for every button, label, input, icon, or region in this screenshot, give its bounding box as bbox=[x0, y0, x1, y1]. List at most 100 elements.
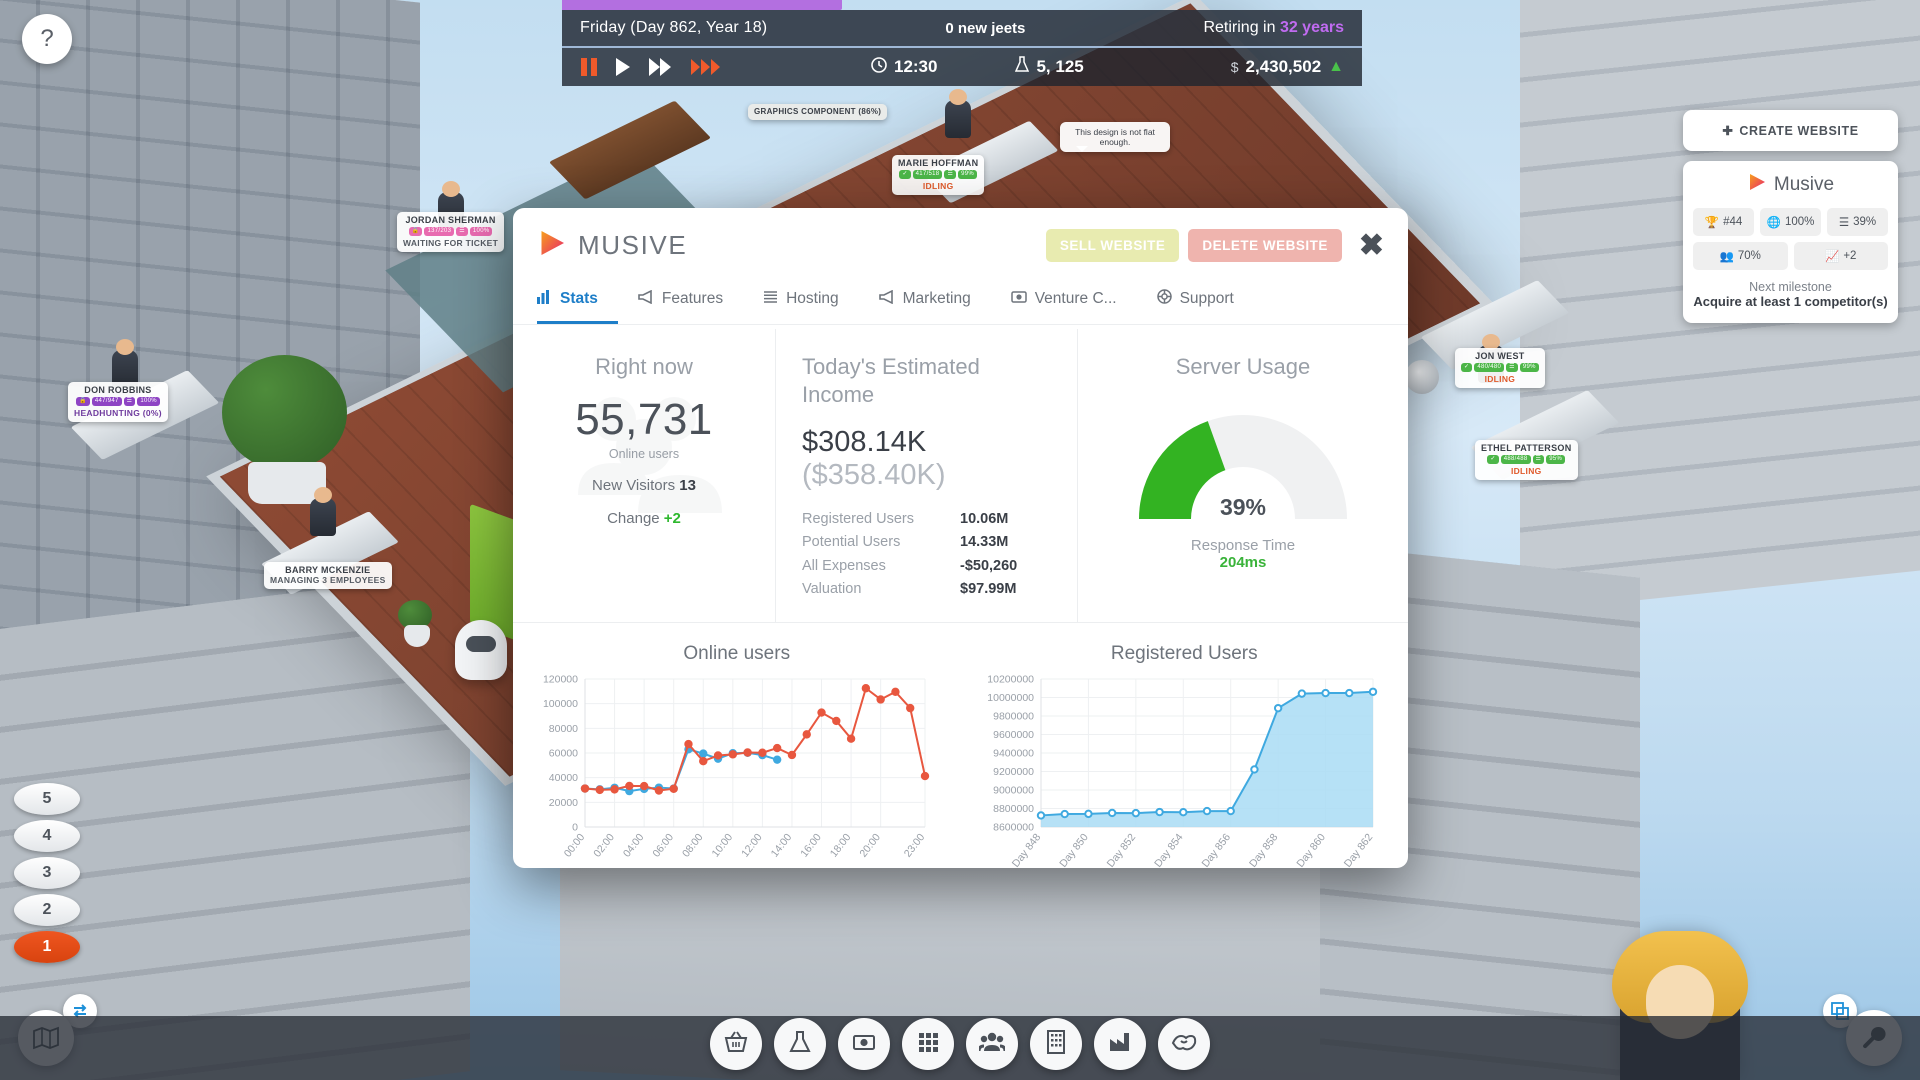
registered-users-chart: Registered Users 8600000 8800000 9000000 92… bbox=[961, 637, 1409, 868]
chair-2 bbox=[1405, 360, 1439, 394]
floor-button-2[interactable]: 2 bbox=[14, 894, 80, 926]
hud-money: $ 2,430,502 ▲ bbox=[1230, 57, 1344, 76]
ghost-people-watermark bbox=[578, 397, 722, 513]
badge-satisfaction: 👥 70% bbox=[1693, 242, 1788, 270]
nametag-ethel-patterson: ETHEL PATTERSON ✓ 488/488 ☰ 95% IDLING bbox=[1475, 440, 1578, 480]
server-stack-icon bbox=[763, 290, 778, 309]
employee-figure-4 bbox=[945, 89, 971, 138]
svg-text:16:00: 16:00 bbox=[798, 831, 824, 859]
table-row: Valuation $97.99M bbox=[802, 581, 1017, 598]
hud-clock: 12:30 bbox=[871, 56, 937, 78]
office-robot bbox=[455, 620, 507, 680]
website-detail-modal: MUSIVE SELL WEBSITE DELETE WEBSITE ✖ Sta… bbox=[513, 208, 1408, 868]
svg-text:04:00: 04:00 bbox=[621, 831, 647, 859]
nametag-barry-mckenzie: BARRY MCKENZIE MANAGING 3 EMPLOYEES bbox=[264, 562, 392, 589]
users-icon: 👥 bbox=[1719, 251, 1734, 263]
svg-text:10200000: 10200000 bbox=[987, 673, 1034, 685]
people-icon bbox=[977, 1030, 1007, 1059]
registered-users-chart-title: Registered Users bbox=[1110, 642, 1258, 664]
right-now-panel: Right now 55,731 Online users New Visito… bbox=[513, 329, 775, 622]
play-triangle-icon bbox=[537, 228, 567, 263]
online-users-chart-title: Online users bbox=[683, 642, 791, 664]
floor-button-5[interactable]: 5 bbox=[14, 783, 80, 815]
tab-support[interactable]: Support bbox=[1137, 279, 1254, 324]
website-summary-card[interactable]: Musive 🏆 #44 🌐 100% ☰ 39% 👥 70% 📈 +2 Next mil… bbox=[1683, 161, 1898, 324]
hud-research: 5, 125 bbox=[1015, 56, 1084, 78]
modal-title: MUSIVE bbox=[578, 230, 688, 260]
badge-rank: 🏆 #44 bbox=[1693, 208, 1754, 236]
svg-text:18:00: 18:00 bbox=[828, 831, 854, 859]
svg-text:9000000: 9000000 bbox=[993, 784, 1034, 796]
play-icon[interactable] bbox=[614, 57, 632, 77]
table-row: All Expenses -$50,260 bbox=[802, 557, 1018, 574]
nametag-don-robbins: DON ROBBINS 🔒 447/947 ☰ 100% HEADHUNTING (0… bbox=[68, 382, 168, 422]
factory-icon bbox=[1108, 1030, 1132, 1059]
right-sidebar: ✚ CREATE WEBSITE Musive 🏆 #44 🌐 100% ☰ 39% … bbox=[1683, 110, 1898, 324]
server-usage-percent: 39% bbox=[1219, 493, 1267, 520]
svg-text:23:00: 23:00 bbox=[902, 831, 928, 859]
hud-date: Friday (Day 862, Year 18) bbox=[580, 19, 768, 36]
nametag-marie-hoffman: MARIE HOFFMAN ✓ 417/518 ☰ 99% IDLING bbox=[892, 155, 985, 195]
speed-controls bbox=[580, 57, 724, 77]
tab-venture-capital[interactable]: Venture C... bbox=[991, 279, 1137, 324]
company-button[interactable] bbox=[1030, 1018, 1082, 1070]
employee-figure-3 bbox=[310, 487, 336, 536]
badge-growth: 📈 +2 bbox=[1793, 242, 1888, 270]
hud-jeets[interactable]: 0 new jeets bbox=[767, 20, 1203, 37]
floor-button-1[interactable]: 1 bbox=[14, 931, 80, 963]
svg-text:60000: 60000 bbox=[549, 747, 578, 759]
tab-features[interactable]: Features bbox=[618, 279, 743, 324]
svg-text:9800000: 9800000 bbox=[993, 710, 1034, 722]
help-button[interactable]: ? bbox=[22, 14, 72, 64]
online-users-chart: Online users 0 20000 40000 60000 80000 100000… bbox=[513, 637, 961, 868]
research-button[interactable] bbox=[774, 1018, 826, 1070]
products-button[interactable] bbox=[710, 1018, 762, 1070]
milestone-value: Acquire at least 1 competitor(s) bbox=[1693, 294, 1888, 309]
create-website-button[interactable]: ✚ CREATE WEBSITE bbox=[1683, 110, 1898, 151]
handshake-icon bbox=[1171, 1031, 1197, 1058]
right-now-heading: Right now bbox=[595, 354, 693, 379]
svg-text:Day 856: Day 856 bbox=[1199, 831, 1233, 868]
table-row: Registered Users 10.06M bbox=[802, 511, 1009, 527]
apps-button[interactable] bbox=[902, 1018, 954, 1070]
employees-button[interactable] bbox=[966, 1018, 1018, 1070]
finance-button[interactable] bbox=[838, 1018, 890, 1070]
tab-marketing[interactable]: Marketing bbox=[859, 279, 991, 324]
svg-text:10:00: 10:00 bbox=[710, 831, 736, 859]
response-time-value: 204ms bbox=[1219, 553, 1267, 571]
chart-line-icon: 📈 bbox=[1825, 251, 1840, 263]
svg-text:10000000: 10000000 bbox=[987, 692, 1034, 704]
floor-button-4[interactable]: 4 bbox=[14, 820, 80, 852]
play-triangle-icon bbox=[1747, 172, 1767, 198]
sell-website-button[interactable]: SELL WEBSITE bbox=[1045, 229, 1180, 262]
svg-text:9600000: 9600000 bbox=[993, 729, 1034, 741]
pause-icon[interactable] bbox=[580, 57, 598, 77]
ultra-fast-icon[interactable] bbox=[690, 57, 724, 77]
production-button[interactable] bbox=[1094, 1018, 1146, 1070]
svg-text:20000: 20000 bbox=[549, 797, 578, 809]
svg-text:Day 852: Day 852 bbox=[1104, 831, 1138, 868]
svg-text:Day 850: Day 850 bbox=[1057, 831, 1091, 868]
response-time-label: Response Time bbox=[1190, 536, 1296, 554]
megaphone-icon bbox=[638, 289, 654, 309]
flask-icon bbox=[1015, 56, 1030, 78]
floor-button-3[interactable]: 3 bbox=[14, 857, 80, 889]
deals-button[interactable] bbox=[1158, 1018, 1210, 1070]
charts-section: Online users 0 20000 40000 60000 80000 100000… bbox=[513, 621, 1409, 868]
website-badges-row-1: 🏆 #44 🌐 100% ☰ 39% bbox=[1693, 208, 1888, 236]
tab-stats[interactable]: Stats bbox=[537, 279, 618, 324]
modal-tabs: Stats Features Hosting Marketing Venture… bbox=[513, 279, 1408, 325]
close-icon[interactable]: ✖ bbox=[1359, 230, 1384, 261]
component-progress-tag: GRAPHICS COMPONENT (86%) bbox=[748, 104, 888, 120]
day-progress-bar bbox=[562, 0, 842, 10]
globe-icon: 🌐 bbox=[1766, 217, 1781, 229]
delete-website-button[interactable]: DELETE WEBSITE bbox=[1188, 229, 1342, 262]
server-icon: ☰ bbox=[1838, 217, 1850, 229]
svg-text:20:00: 20:00 bbox=[857, 831, 883, 859]
bottom-toolbar bbox=[710, 1018, 1210, 1070]
fast-forward-icon[interactable] bbox=[648, 57, 674, 77]
tab-hosting[interactable]: Hosting bbox=[743, 279, 859, 324]
income-rows: Registered Users 10.06M Potential Users 14… bbox=[802, 508, 1051, 602]
modal-actions: SELL WEBSITE DELETE WEBSITE ✖ bbox=[1045, 229, 1384, 262]
megaphone-icon bbox=[878, 289, 895, 309]
